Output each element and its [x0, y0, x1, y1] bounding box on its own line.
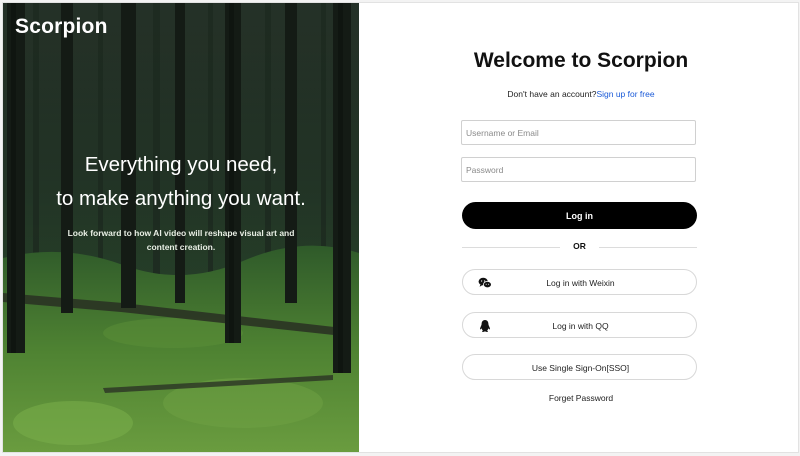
- signup-prompt-row: Don't have an account?Sign up for free: [459, 89, 703, 99]
- app-window: Scorpion Everything you need, to make an…: [2, 2, 799, 453]
- password-input[interactable]: [461, 157, 696, 182]
- or-divider: OR: [462, 241, 697, 253]
- hero-headline-line1: Everything you need,: [84, 153, 278, 176]
- hero-panel: Scorpion Everything you need, to make an…: [3, 3, 359, 452]
- sso-button-label: Use Single Sign-On[SSO]: [531, 363, 630, 373]
- hero-tagline: Look forward to how AI video will reshap…: [67, 228, 295, 252]
- login-weixin-button[interactable]: Log in with Weixin: [462, 269, 697, 295]
- divider-line-right: [599, 247, 697, 248]
- qq-button-label: Log in with QQ: [552, 321, 609, 331]
- login-sso-button[interactable]: Use Single Sign-On[SSO]: [462, 354, 697, 380]
- weixin-button-label: Log in with Weixin: [546, 278, 615, 288]
- login-qq-button[interactable]: Log in with QQ: [462, 312, 697, 338]
- brand-logo-text: Scorpion: [15, 15, 108, 38]
- signup-link[interactable]: Sign up for free: [596, 89, 654, 99]
- login-button[interactable]: Log in: [462, 202, 697, 229]
- username-email-input[interactable]: [461, 120, 696, 145]
- divider-or-text: OR: [573, 241, 586, 251]
- hero-headline-line2: to make anything you want.: [56, 187, 306, 210]
- forget-password-link[interactable]: Forget Password: [459, 393, 703, 403]
- signup-prompt-text: Don't have an account?: [507, 89, 597, 99]
- login-title: Welcome to Scorpion: [473, 49, 689, 72]
